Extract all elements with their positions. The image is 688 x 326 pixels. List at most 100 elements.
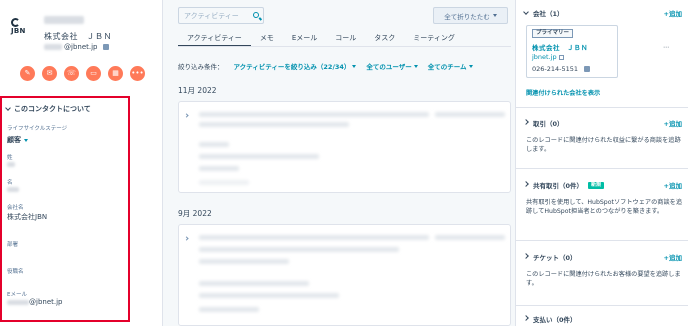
add-shared-deal-button[interactable]: +追加 <box>664 180 682 190</box>
filter-bar: 絞り込み条件： アクティビティーを絞り込み（22/34） 全てのユーザー 全ての… <box>178 61 473 71</box>
tab-tasks[interactable]: タスク <box>365 31 404 47</box>
chevron-right-icon <box>523 181 529 187</box>
shared-deals-section-header[interactable]: 共有取引（0件） 新規 <box>523 180 605 190</box>
chevron-right-icon <box>523 315 529 321</box>
associated-domain: jbnet.jp <box>532 53 557 61</box>
email-icon[interactable]: ✉ <box>42 66 57 81</box>
left-sidebar: JBN 株式会社 ＪＢＮ @jbnet.jp ✎ ✉ ☏ ▭ ▦ ••• このコ… <box>0 0 163 326</box>
redacted-text <box>199 122 349 127</box>
copy-icon[interactable] <box>102 44 109 50</box>
email-label: Eメール <box>7 292 27 298</box>
tickets-description: このレコードに関連付けられたお客様の要望を追跡します。 <box>526 271 681 287</box>
payments-section-header[interactable]: 支払い（0件） <box>523 314 577 324</box>
about-header[interactable]: このコンタクトについて <box>5 104 91 114</box>
primary-badge: プライマリー <box>532 29 574 38</box>
search-icon[interactable] <box>253 12 259 18</box>
task-icon[interactable]: ▭ <box>86 66 101 81</box>
chevron-right-icon <box>523 253 529 259</box>
filter-activity-dropdown[interactable]: アクティビティーを絞り込み（22/34） <box>234 61 357 71</box>
tab-divider <box>178 46 511 47</box>
collapse-all-button[interactable]: 全て折りたたむ <box>433 7 508 24</box>
company-section-title: 会社（1） <box>533 10 564 18</box>
filter-teams-label: 全てのチーム <box>427 63 467 71</box>
last-name-redacted[interactable] <box>7 162 15 167</box>
contact-name-redacted <box>44 16 84 24</box>
redacted-text <box>199 112 429 117</box>
first-name-redacted[interactable] <box>7 187 19 192</box>
add-deal-button[interactable]: +追加 <box>664 118 682 128</box>
copy-icon[interactable] <box>584 66 591 72</box>
email-field[interactable]: @jbnet.jp <box>7 298 63 306</box>
tab-emails[interactable]: Eメール <box>283 31 326 47</box>
call-icon[interactable]: ☏ <box>64 66 79 81</box>
tickets-section-header[interactable]: チケット（0） <box>523 252 577 262</box>
phone-number: 026-214-5151 <box>532 65 579 73</box>
chevron-down-icon <box>523 9 529 15</box>
filter-activity-label: アクティビティーを絞り込み（22/34） <box>233 63 351 71</box>
add-ticket-button[interactable]: +追加 <box>664 252 682 262</box>
deals-description: このレコードに関連付けられた収益に繋がる商談を追跡します。 <box>526 137 681 153</box>
caret-down-icon <box>352 64 357 68</box>
company-label: 会社名 <box>7 205 24 211</box>
activity-search-input[interactable]: アクティビティー <box>178 7 264 24</box>
redacted-text <box>199 307 259 312</box>
caret-down-icon <box>413 64 418 68</box>
timeline-panel: アクティビティー 全て折りたたむ アクティビティー メモ Eメール コール タス… <box>163 0 513 326</box>
about-title: このコンタクトについて <box>14 105 91 113</box>
redacted-text <box>199 154 319 159</box>
activity-tabs: アクティビティー メモ Eメール コール タスク ミーティング <box>178 31 464 47</box>
timeline-card[interactable] <box>178 224 511 326</box>
email-value: @jbnet.jp <box>29 298 63 306</box>
timeline-card[interactable] <box>178 101 511 193</box>
caret-down-icon <box>24 138 28 142</box>
more-options-icon[interactable]: ⋯ <box>663 44 669 51</box>
search-placeholder: アクティビティー <box>184 12 239 20</box>
tab-activity[interactable]: アクティビティー <box>178 31 251 47</box>
associated-company-card: プライマリー 株式会社 ＪＢＮ jbnet.jp 026-214-5151 <box>526 25 618 78</box>
tab-calls[interactable]: コール <box>326 31 365 47</box>
filter-teams-dropdown[interactable]: 全てのチーム <box>428 61 473 71</box>
divider <box>516 240 688 241</box>
contact-company: 株式会社 ＪＢＮ <box>44 32 112 41</box>
company-section-header[interactable]: 会社（1） <box>523 8 564 18</box>
tab-meetings[interactable]: ミーティング <box>404 31 464 47</box>
first-name-label: 名 <box>7 180 13 186</box>
redacted-text <box>199 180 249 185</box>
add-company-button[interactable]: +追加 <box>664 8 682 18</box>
filter-label: 絞り込み条件： <box>178 63 224 71</box>
chevron-right-icon <box>523 119 529 125</box>
crm-record-page: JBN 株式会社 ＪＢＮ @jbnet.jp ✎ ✉ ☏ ▭ ▦ ••• このコ… <box>0 0 688 326</box>
job-title-label: 役職名 <box>7 269 24 275</box>
chevron-right-icon[interactable] <box>184 236 189 241</box>
external-link-icon <box>558 54 564 60</box>
email-local-redacted <box>44 44 62 50</box>
lifecycle-label: ライフサイクルステージ <box>7 126 68 132</box>
redacted-text <box>435 235 505 240</box>
view-associated-companies-link[interactable]: 関連付けられた会社を表示 <box>526 88 600 97</box>
month-header: 9月 2022 <box>178 209 212 218</box>
redacted-text <box>199 166 239 171</box>
chevron-right-icon[interactable] <box>184 113 189 118</box>
new-badge: 新規 <box>588 181 605 189</box>
caret-down-icon <box>468 64 473 68</box>
associated-phone: 026-214-5151 <box>532 65 591 73</box>
redacted-text <box>199 259 289 264</box>
tab-notes[interactable]: メモ <box>251 31 283 47</box>
redacted-text <box>199 281 309 286</box>
filter-users-dropdown[interactable]: 全てのユーザー <box>366 61 418 71</box>
associated-company-link[interactable]: 株式会社 ＪＢＮ <box>532 42 588 52</box>
right-sidebar: 会社（1） +追加 プライマリー 株式会社 ＪＢＮ jbnet.jp 026-2… <box>515 0 688 326</box>
redacted-text <box>199 293 339 298</box>
meeting-icon[interactable]: ▦ <box>108 66 123 81</box>
associated-domain-link[interactable]: jbnet.jp <box>532 53 564 61</box>
redacted-text <box>199 235 429 240</box>
more-icon[interactable]: ••• <box>130 66 145 81</box>
action-buttons: ✎ ✉ ☏ ▭ ▦ ••• <box>20 66 145 81</box>
lifecycle-select[interactable]: 顧客 <box>7 135 28 145</box>
note-icon[interactable]: ✎ <box>20 66 35 81</box>
department-label: 部署 <box>7 242 19 248</box>
filter-users-label: 全てのユーザー <box>366 63 412 71</box>
deals-section-header[interactable]: 取引（0） <box>523 118 564 128</box>
company-field[interactable]: 株式会社JBN <box>7 212 47 222</box>
divider <box>516 107 688 108</box>
